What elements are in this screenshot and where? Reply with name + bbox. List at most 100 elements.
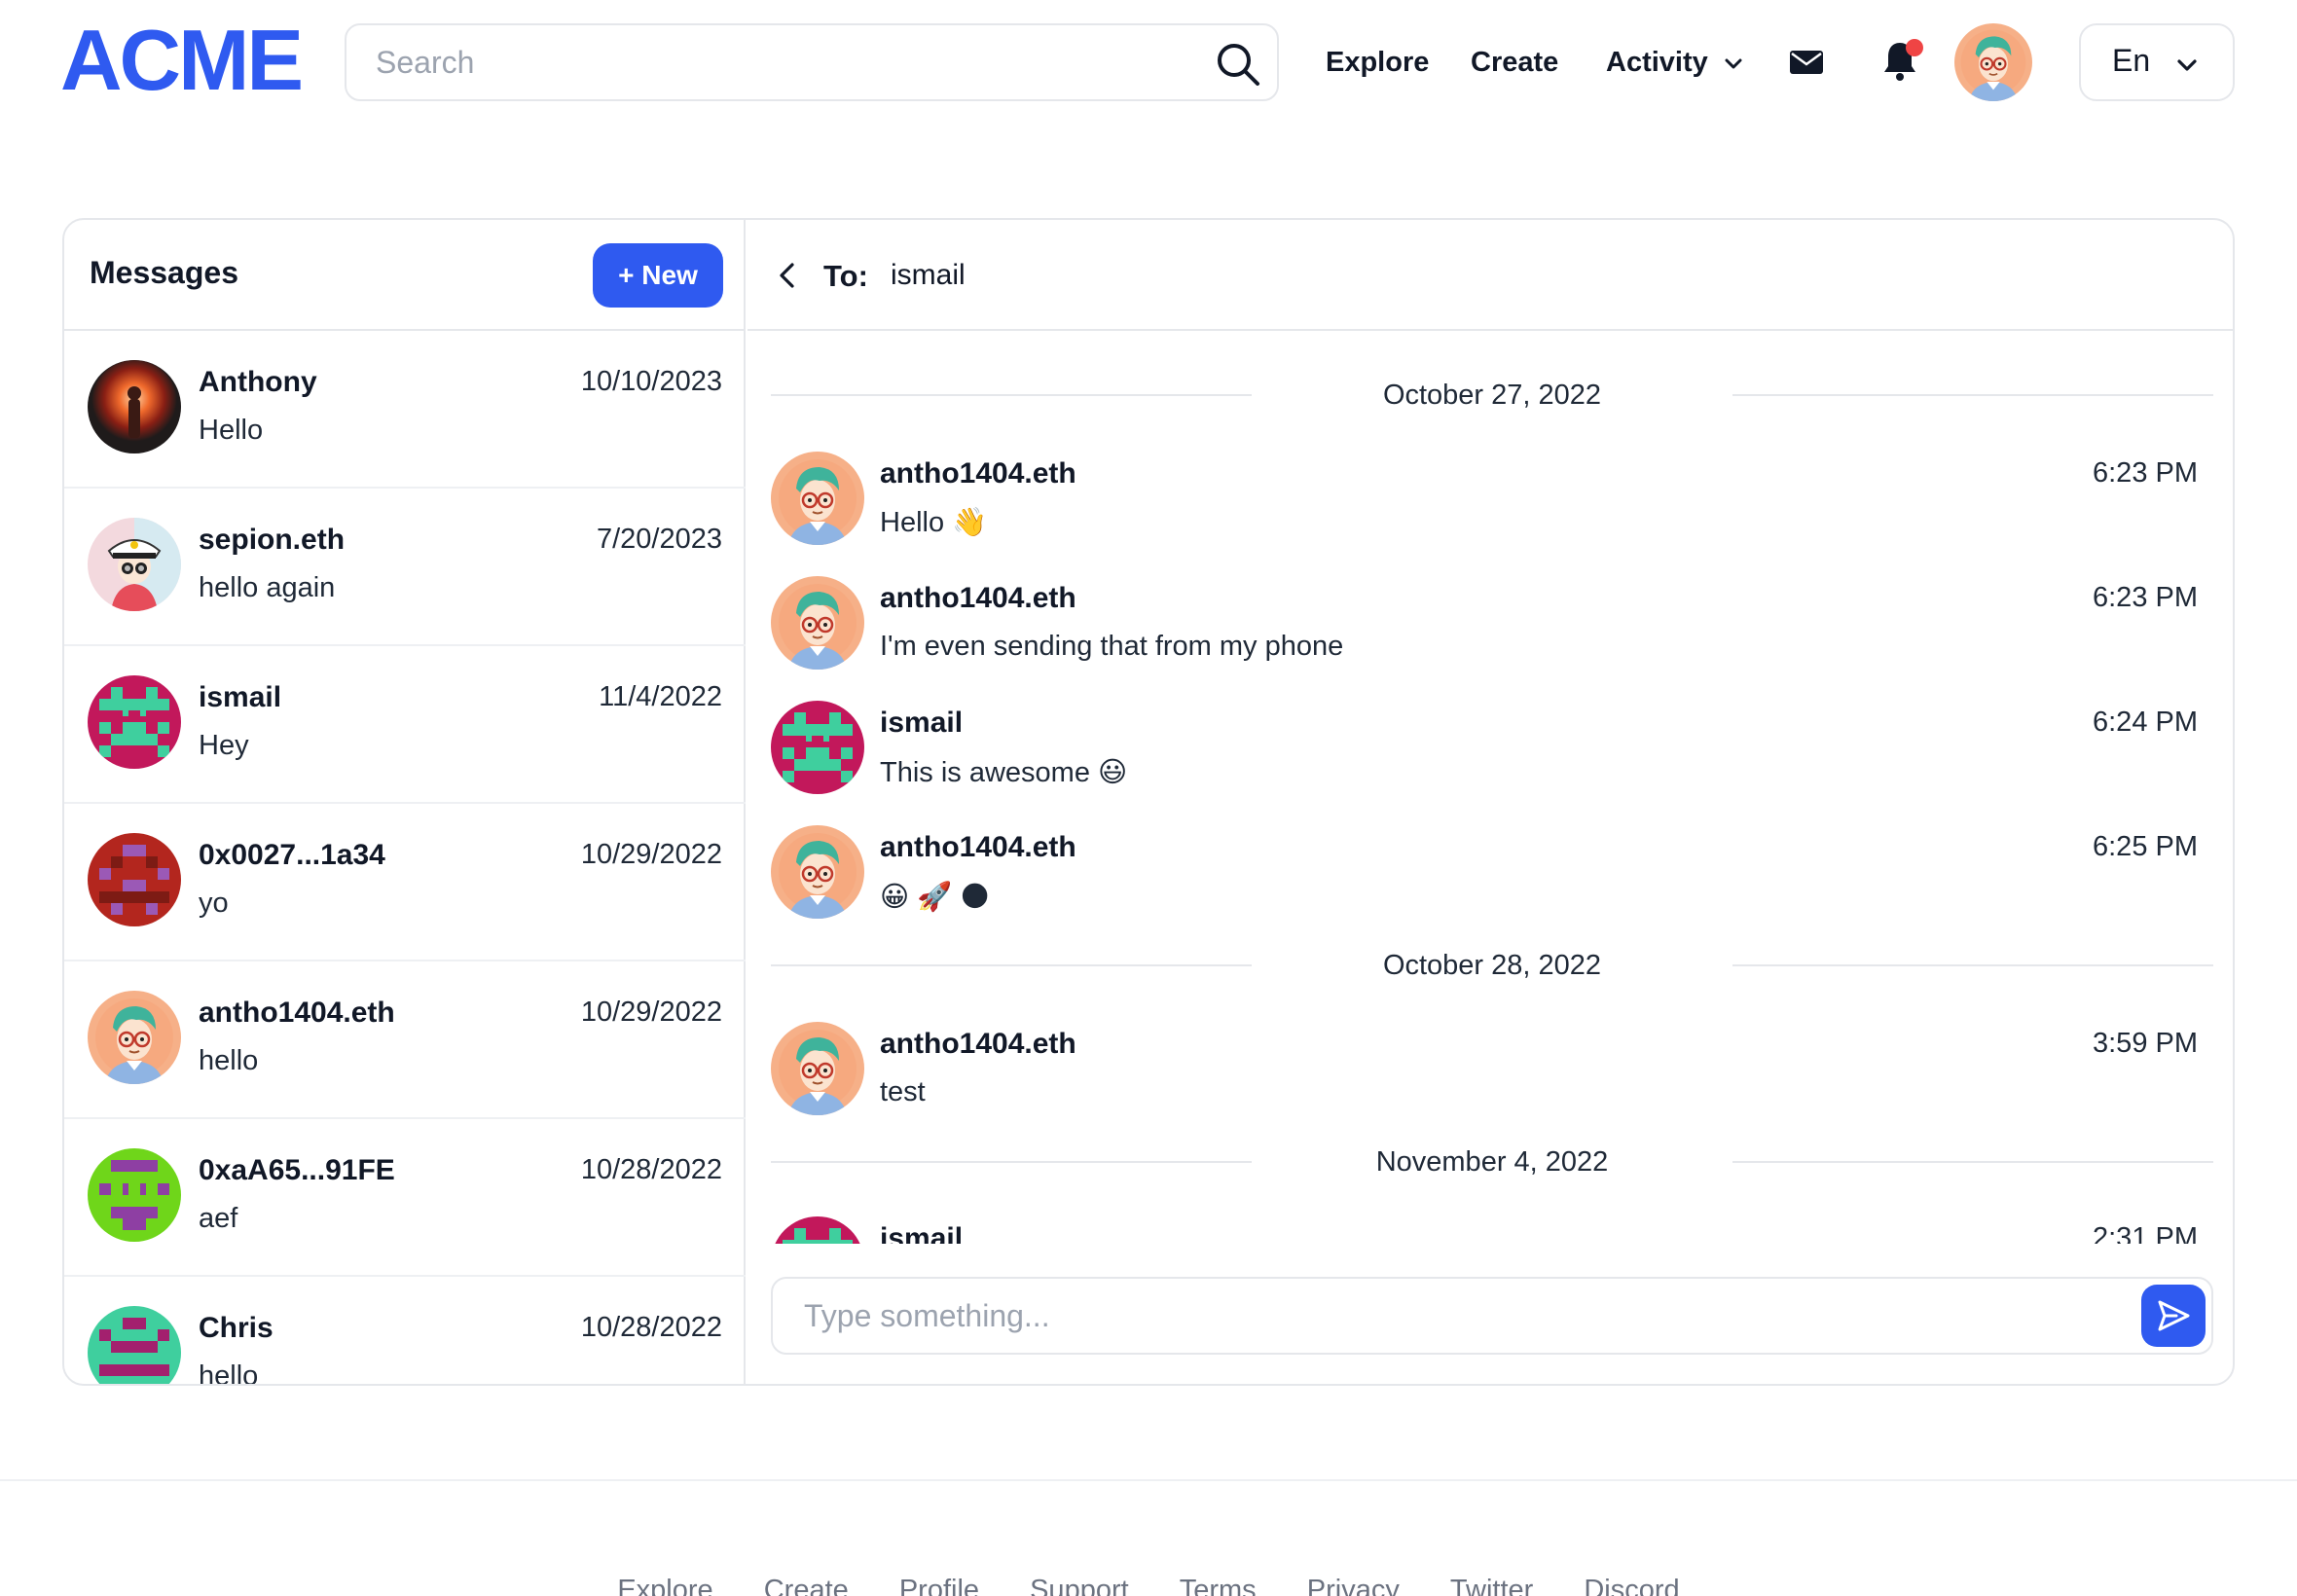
chat-message: antho1404.eth I'm even sending that from… — [771, 576, 2213, 683]
avatar[interactable] — [771, 576, 864, 670]
conversation-date: 10/28/2022 — [580, 1312, 722, 1343]
conversation-item[interactable]: ismail Hey 11/4/2022 — [64, 646, 746, 804]
conversation-preview: aef — [199, 1203, 238, 1234]
search-input[interactable] — [376, 25, 1213, 99]
avatar[interactable] — [771, 1022, 864, 1115]
mail-icon[interactable] — [1789, 47, 1824, 78]
conversation-item[interactable]: Anthony Hello 10/10/2023 — [64, 331, 746, 489]
chat-header: To: ismail — [747, 220, 2233, 331]
conversation-preview: yo — [199, 888, 229, 919]
nav-activity[interactable]: Activity — [1606, 39, 1708, 86]
conversation-name: Chris — [199, 1312, 273, 1344]
conversation-date: 7/20/2023 — [596, 524, 722, 555]
message-composer[interactable] — [771, 1277, 2213, 1355]
avatar — [88, 518, 181, 611]
chat-message: antho1404.eth test 3:59 PM — [771, 1022, 2213, 1129]
footer-link-support[interactable]: Support — [1030, 1575, 1129, 1596]
message-sender: antho1404.eth — [880, 1028, 1076, 1060]
message-sender: ismail — [880, 707, 964, 739]
avatar — [88, 1306, 181, 1386]
avatar — [88, 360, 181, 453]
chat-message: ismail This is awesome 😃 6:24 PM — [771, 701, 2213, 808]
message-input[interactable] — [804, 1279, 2128, 1353]
new-message-button[interactable]: + New — [593, 243, 723, 308]
conversation-date: 10/29/2022 — [580, 997, 722, 1028]
conversation-name: sepion.eth — [199, 524, 346, 556]
avatar — [88, 833, 181, 926]
message-sender: antho1404.eth — [880, 457, 1076, 490]
avatar[interactable] — [771, 701, 864, 794]
conversation-date: 10/29/2022 — [580, 839, 722, 870]
conversation-item[interactable]: 0xaA65...91FE aef 10/28/2022 — [64, 1119, 746, 1277]
message-text: I'm even sending that from my phone — [880, 631, 1344, 662]
conversation-item[interactable]: 0x0027...1a34 yo 10/29/2022 — [64, 804, 746, 961]
avatar — [88, 675, 181, 769]
chat-message: antho1404.eth 😀 🚀 🌑 6:25 PM — [771, 825, 2213, 932]
chevron-down-icon — [2177, 59, 2197, 71]
nav-explore[interactable]: Explore — [1326, 39, 1429, 86]
footer-link-terms[interactable]: Terms — [1180, 1575, 1257, 1596]
conversation-preview: Hey — [199, 730, 249, 761]
chat-message: antho1404.eth Hello 👋 6:23 PM — [771, 452, 2213, 559]
footer-link-discord[interactable]: Discord — [1584, 1575, 1679, 1596]
message-time: 2:31 PM — [2093, 1222, 2198, 1244]
footer-link-profile[interactable]: Profile — [899, 1575, 979, 1596]
chevron-down-icon[interactable] — [1723, 53, 1744, 74]
conversation-name: ismail — [199, 681, 282, 713]
conversation-preview: Hello — [199, 415, 264, 446]
conversation-name: 0x0027...1a34 — [199, 839, 385, 871]
message-text: test — [880, 1076, 926, 1107]
avatar[interactable] — [771, 452, 864, 545]
send-icon — [2158, 1300, 2190, 1331]
conversation-item[interactable]: antho1404.eth hello 10/29/2022 — [64, 961, 746, 1119]
chat-pane: To: ismail October 27, 2022 antho1404.et… — [747, 220, 2233, 1384]
message-time: 3:59 PM — [2093, 1028, 2198, 1059]
logo[interactable]: ACME — [60, 18, 304, 103]
footer-divider — [0, 1479, 2297, 1481]
avatar[interactable] — [771, 825, 864, 919]
send-button[interactable] — [2141, 1285, 2206, 1347]
date-separator: October 27, 2022 — [771, 376, 2213, 415]
message-text: Hello 👋 — [880, 507, 988, 538]
conversation-list[interactable]: Anthony Hello 10/10/2023 sepion.eth hell… — [64, 331, 746, 1386]
avatar — [88, 991, 181, 1084]
footer-link-create[interactable]: Create — [764, 1575, 849, 1596]
chevron-left-icon[interactable] — [773, 261, 802, 290]
divider — [1732, 394, 2213, 396]
message-time: 6:25 PM — [2093, 831, 2198, 862]
avatar — [88, 1148, 181, 1242]
footer-link-privacy[interactable]: Privacy — [1307, 1575, 1400, 1596]
notification-dot — [1906, 39, 1923, 56]
search-bar[interactable] — [345, 23, 1279, 101]
message-sender: antho1404.eth — [880, 582, 1076, 614]
language-label: En — [2112, 43, 2151, 78]
nav-create[interactable]: Create — [1471, 39, 1558, 86]
conversation-date: 10/10/2023 — [580, 366, 722, 397]
search-icon[interactable] — [1213, 39, 1263, 90]
avatar[interactable] — [771, 1216, 864, 1244]
avatar[interactable] — [1954, 23, 2032, 101]
chat-message: ismail 2:31 PM — [771, 1216, 2213, 1244]
message-thread[interactable]: October 27, 2022 antho1404.eth Hello 👋 6… — [747, 333, 2233, 1244]
message-text: This is awesome 😃 — [880, 757, 1128, 788]
footer-link-explore[interactable]: Explore — [617, 1575, 712, 1596]
language-selector[interactable]: En — [2079, 23, 2235, 101]
conversation-date: 11/4/2022 — [599, 681, 722, 712]
message-sender: ismail — [880, 1222, 964, 1244]
conversation-item[interactable]: Chris hello 10/28/2022 — [64, 1277, 746, 1386]
conversation-preview: hello again — [199, 572, 336, 603]
conversation-name: Anthony — [199, 366, 317, 398]
conversation-item[interactable]: sepion.eth hello again 7/20/2023 — [64, 489, 746, 646]
recipient-name: ismail — [891, 259, 966, 291]
conversation-preview: hello — [199, 1045, 259, 1076]
conversation-header: Messages + New — [64, 220, 746, 331]
footer-link-twitter[interactable]: Twitter — [1450, 1575, 1533, 1596]
messages-panel: Messages + New Anthony Hello 10/10/2023 … — [62, 218, 2235, 1386]
message-time: 6:23 PM — [2093, 457, 2198, 489]
message-time: 6:23 PM — [2093, 582, 2198, 613]
message-text: 😀 🚀 🌑 — [880, 882, 990, 913]
conversation-date: 10/28/2022 — [580, 1154, 722, 1185]
date-separator: October 28, 2022 — [771, 946, 2213, 985]
conversation-name: antho1404.eth — [199, 997, 395, 1029]
conversation-sidebar: Messages + New Anthony Hello 10/10/2023 … — [64, 220, 746, 1384]
